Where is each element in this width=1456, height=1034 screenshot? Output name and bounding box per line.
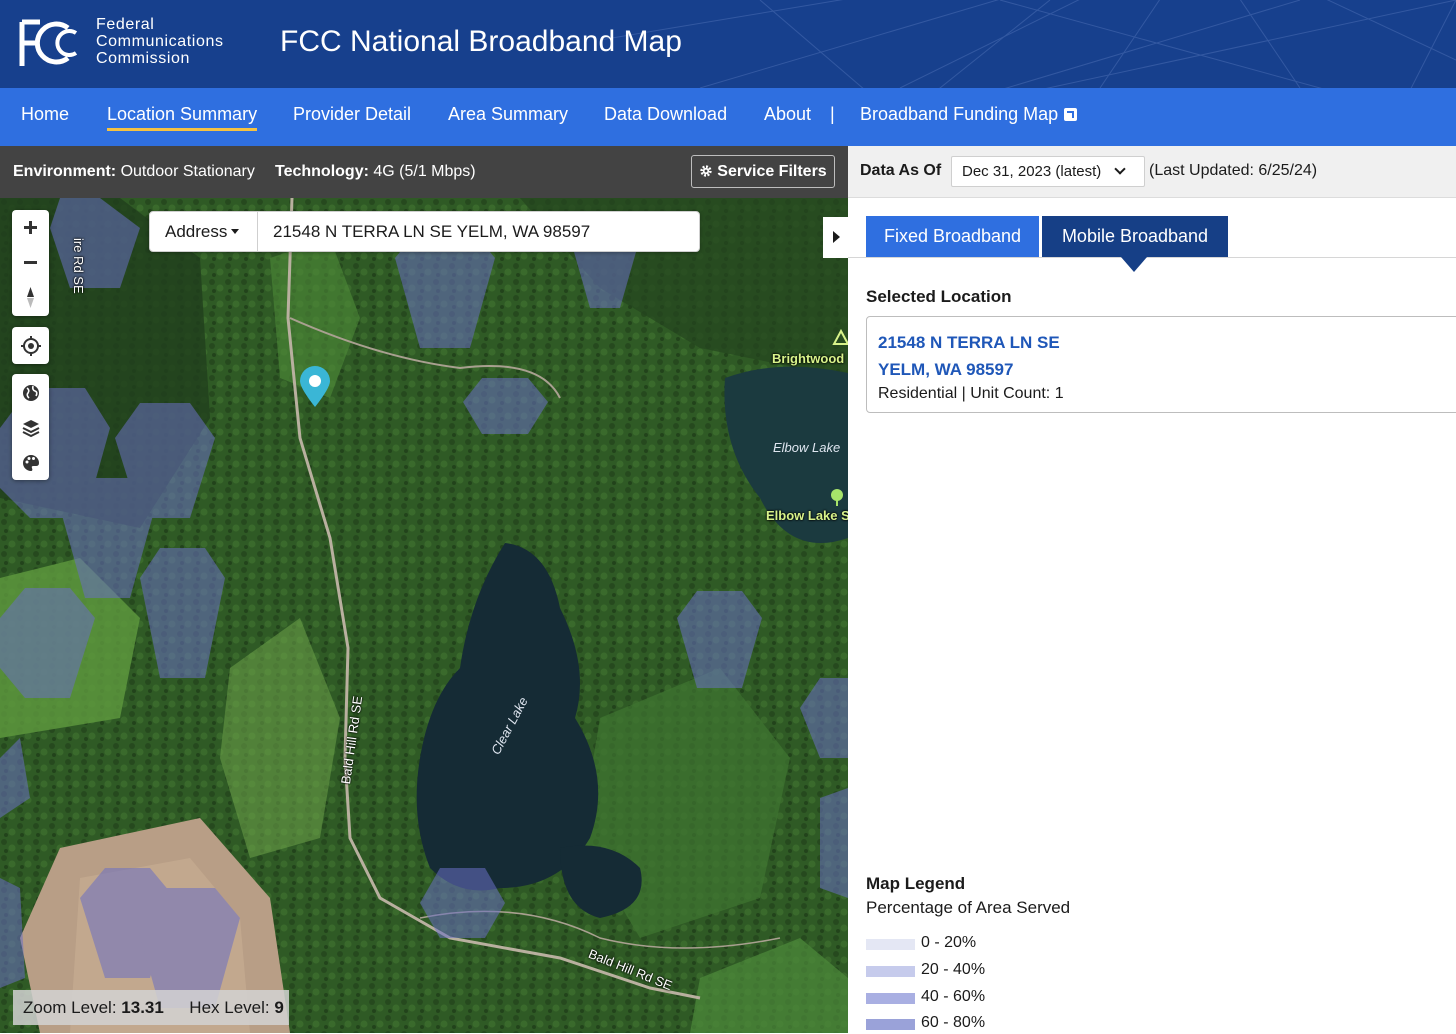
legend-swatch (866, 993, 915, 1004)
environment-value: Outdoor Stationary (120, 163, 255, 180)
agency-name: Federal Communications Commission (96, 16, 224, 67)
location-details: Residential | Unit Count: 1 (878, 385, 1064, 402)
poi-label-elbow-lake: Elbow Lake S (766, 508, 848, 523)
map-legend-title: Map Legend (866, 874, 966, 893)
data-as-of-label: Data As Of (860, 162, 942, 179)
technology-filter: Technology: 4G (5/1 Mbps) (275, 163, 476, 181)
chevron-down-icon (1114, 163, 1126, 175)
environment-filter: Environment: Outdoor Stationary (13, 163, 255, 181)
globe-icon (23, 385, 39, 401)
selected-location-card: 21548 N TERRA LN SE YELM, WA 98597 Resid… (866, 316, 1456, 413)
legend-swatch (866, 966, 915, 977)
address-search-input[interactable] (260, 212, 698, 251)
nav-provider-detail[interactable]: Provider Detail (293, 104, 411, 125)
nav-broadband-funding-map[interactable]: Broadband Funding Map (860, 104, 1078, 125)
technology-label: Technology: (275, 163, 369, 180)
collapse-panel-button[interactable] (823, 217, 848, 258)
legend-swatch (866, 1019, 915, 1030)
zoom-in-button[interactable] (12, 210, 49, 245)
technology-value: 4G (5/1 Mbps) (373, 163, 476, 180)
poi-label-brightwood: Brightwood (772, 351, 845, 366)
legend-label: 60 - 80% (921, 1014, 986, 1031)
layers-button[interactable] (12, 409, 49, 444)
legend-label: 20 - 40% (921, 961, 986, 978)
data-as-of-select[interactable]: Dec 31, 2023 (latest) (951, 156, 1145, 187)
zoom-out-button[interactable] (12, 245, 49, 280)
basemap-button[interactable] (12, 374, 49, 409)
service-filters-button[interactable]: Service Filters (691, 155, 835, 188)
caret-down-icon (231, 229, 240, 234)
tab-fixed-broadband[interactable]: Fixed Broadband (866, 216, 1039, 257)
minus-icon (24, 261, 37, 264)
locate-me-button[interactable] (12, 327, 49, 364)
search-type-dropdown[interactable]: Address (150, 212, 258, 251)
layers-icon (22, 420, 40, 438)
address-search: Address (149, 211, 700, 252)
zoom-control (12, 210, 49, 316)
plus-icon (24, 221, 37, 234)
map-status-bar: Zoom Level: 13.31 Hex Level: 9 (13, 990, 289, 1025)
legend-label: 40 - 60% (921, 988, 986, 1005)
nav-data-download[interactable]: Data Download (604, 104, 727, 125)
map-toolbar: Environment: Outdoor Stationary Technolo… (0, 146, 848, 198)
nav-broadband-funding-map-label: Broadband Funding Map (860, 104, 1059, 124)
external-link-icon (1064, 108, 1078, 121)
map-imagery (0, 198, 848, 1033)
nav-location-summary[interactable]: Location Summary (107, 104, 258, 131)
zoom-level-value: 13.31 (121, 998, 164, 1017)
gear-icon (700, 165, 712, 177)
hex-level-value: 9 (274, 998, 284, 1017)
agency-line-2: Communications (96, 33, 224, 50)
legend-swatch (866, 939, 915, 950)
location-address-line-2[interactable]: YELM, WA 98597 (878, 360, 1013, 380)
map-legend-subtitle: Percentage of Area Served (866, 898, 1071, 917)
satellite-map[interactable]: ire Rd SE Ba Bald Hill Rd SE Bald Hill R… (0, 198, 848, 1033)
broadband-tabs: Fixed Broadband Mobile Broadband (848, 216, 1456, 272)
tab-mobile-broadband[interactable]: Mobile Broadband (1042, 216, 1228, 272)
search-type-label: Address (165, 222, 228, 241)
service-filters-label: Service Filters (717, 163, 827, 180)
agency-line-1: Federal (96, 16, 155, 33)
location-panel: Data As Of Dec 31, 2023 (latest) (Last U… (848, 146, 1456, 1033)
location-address-line-1[interactable]: 21548 N TERRA LN SE (878, 333, 1060, 353)
selected-location-heading: Selected Location (866, 287, 1012, 306)
data-as-of-value: Dec 31, 2023 (latest) (962, 163, 1102, 180)
nav-separator: | (830, 104, 835, 124)
site-title: FCC National Broadband Map (280, 25, 682, 58)
compass-icon (27, 287, 34, 308)
zoom-level-label: Zoom Level: (23, 998, 117, 1017)
map-tools-group (12, 374, 49, 480)
agency-line-3: Commission (96, 50, 191, 67)
last-updated-text: (Last Updated: 6/25/24) (1149, 162, 1318, 179)
road-label-mcguire: ire Rd SE (71, 238, 86, 294)
nav-home[interactable]: Home (21, 104, 69, 125)
fcc-logo-icon[interactable] (18, 16, 80, 70)
crosshair-icon (21, 336, 41, 356)
main-nav: Home Location Summary Provider Detail Ar… (0, 88, 1456, 146)
site-header: Federal Communications Commission FCC Na… (0, 0, 1456, 88)
nav-area-summary[interactable]: Area Summary (448, 104, 568, 125)
color-theme-button[interactable] (12, 444, 49, 479)
hex-level-label: Hex Level: (189, 998, 270, 1017)
lake-label-elbow-lake: Elbow Lake (773, 440, 841, 455)
environment-label: Environment: (13, 163, 117, 180)
legend-label: 0 - 20% (921, 934, 977, 951)
data-as-of-bar: Data As Of Dec 31, 2023 (latest) (Last U… (848, 146, 1456, 198)
reset-bearing-button[interactable] (12, 280, 49, 315)
palette-icon (23, 455, 39, 471)
nav-about[interactable]: About (764, 104, 811, 125)
